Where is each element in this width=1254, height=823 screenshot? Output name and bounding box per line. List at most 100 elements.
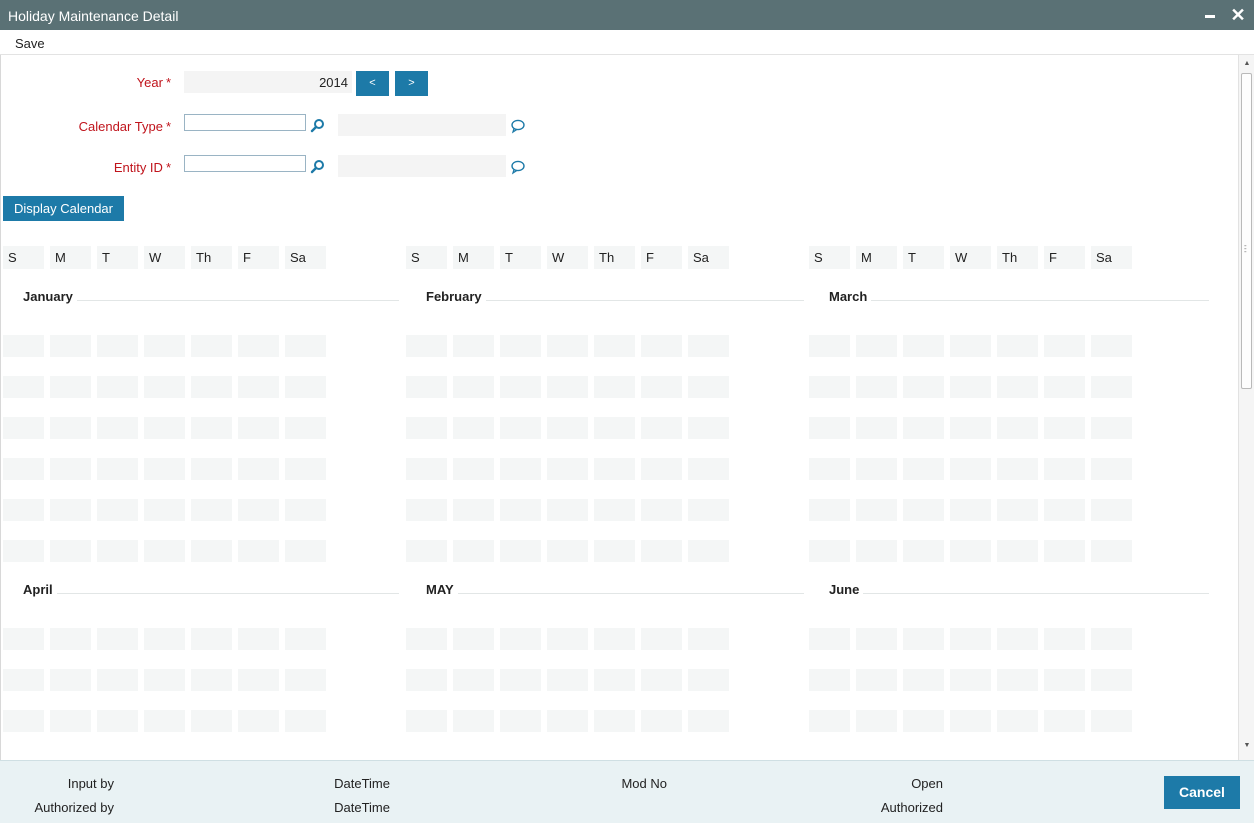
calendar-day-cell[interactable] [500, 540, 541, 562]
calendar-day-cell[interactable] [238, 710, 279, 732]
calendar-day-cell[interactable] [950, 458, 991, 480]
speech-bubble-icon[interactable] [510, 159, 526, 175]
calendar-day-cell[interactable] [97, 458, 138, 480]
calendar-day-cell[interactable] [950, 669, 991, 691]
calendar-day-cell[interactable] [500, 417, 541, 439]
calendar-day-cell[interactable] [285, 499, 326, 521]
calendar-day-cell[interactable] [285, 458, 326, 480]
calendar-day-cell[interactable] [97, 417, 138, 439]
calendar-day-cell[interactable] [191, 417, 232, 439]
prev-year-button[interactable]: < [356, 71, 389, 96]
calendar-day-cell[interactable] [903, 628, 944, 650]
calendar-day-cell[interactable] [547, 669, 588, 691]
calendar-day-cell[interactable] [688, 458, 729, 480]
vertical-scrollbar[interactable]: ▲ --- ▼ [1238, 55, 1254, 760]
calendar-day-cell[interactable] [285, 669, 326, 691]
calendar-day-cell[interactable] [50, 335, 91, 357]
calendar-day-cell[interactable] [1091, 628, 1132, 650]
calendar-day-cell[interactable] [809, 417, 850, 439]
calendar-day-cell[interactable] [144, 628, 185, 650]
calendar-day-cell[interactable] [50, 669, 91, 691]
calendar-day-cell[interactable] [97, 540, 138, 562]
calendar-day-cell[interactable] [406, 499, 447, 521]
calendar-day-cell[interactable] [950, 417, 991, 439]
calendar-day-cell[interactable] [547, 499, 588, 521]
calendar-day-cell[interactable] [238, 540, 279, 562]
calendar-day-cell[interactable] [1091, 669, 1132, 691]
calendar-day-cell[interactable] [997, 628, 1038, 650]
calendar-type-input[interactable] [184, 114, 306, 131]
calendar-day-cell[interactable] [1044, 458, 1085, 480]
calendar-day-cell[interactable] [191, 669, 232, 691]
calendar-day-cell[interactable] [1091, 376, 1132, 398]
calendar-day-cell[interactable] [191, 458, 232, 480]
calendar-day-cell[interactable] [1044, 376, 1085, 398]
calendar-day-cell[interactable] [3, 628, 44, 650]
calendar-day-cell[interactable] [238, 628, 279, 650]
calendar-day-cell[interactable] [594, 499, 635, 521]
calendar-day-cell[interactable] [594, 628, 635, 650]
calendar-day-cell[interactable] [856, 499, 897, 521]
calendar-day-cell[interactable] [285, 628, 326, 650]
calendar-day-cell[interactable] [500, 669, 541, 691]
calendar-day-cell[interactable] [97, 669, 138, 691]
calendar-day-cell[interactable] [238, 417, 279, 439]
calendar-day-cell[interactable] [97, 335, 138, 357]
calendar-day-cell[interactable] [688, 335, 729, 357]
calendar-day-cell[interactable] [950, 499, 991, 521]
calendar-day-cell[interactable] [453, 499, 494, 521]
calendar-day-cell[interactable] [641, 710, 682, 732]
calendar-day-cell[interactable] [594, 376, 635, 398]
calendar-day-cell[interactable] [1091, 417, 1132, 439]
calendar-day-cell[interactable] [453, 710, 494, 732]
calendar-day-cell[interactable] [997, 335, 1038, 357]
calendar-day-cell[interactable] [3, 376, 44, 398]
calendar-day-cell[interactable] [3, 499, 44, 521]
search-icon[interactable] [310, 159, 326, 175]
calendar-day-cell[interactable] [809, 669, 850, 691]
calendar-day-cell[interactable] [406, 669, 447, 691]
calendar-day-cell[interactable] [238, 335, 279, 357]
calendar-day-cell[interactable] [1044, 499, 1085, 521]
calendar-day-cell[interactable] [453, 540, 494, 562]
calendar-day-cell[interactable] [688, 540, 729, 562]
calendar-day-cell[interactable] [453, 335, 494, 357]
calendar-day-cell[interactable] [191, 710, 232, 732]
calendar-day-cell[interactable] [406, 417, 447, 439]
calendar-day-cell[interactable] [950, 710, 991, 732]
calendar-day-cell[interactable] [500, 710, 541, 732]
calendar-day-cell[interactable] [641, 540, 682, 562]
calendar-day-cell[interactable] [547, 628, 588, 650]
calendar-day-cell[interactable] [688, 710, 729, 732]
calendar-day-cell[interactable] [997, 710, 1038, 732]
calendar-day-cell[interactable] [406, 376, 447, 398]
calendar-day-cell[interactable] [453, 458, 494, 480]
display-calendar-button[interactable]: Display Calendar [3, 196, 124, 221]
calendar-day-cell[interactable] [950, 628, 991, 650]
calendar-day-cell[interactable] [144, 499, 185, 521]
calendar-day-cell[interactable] [144, 540, 185, 562]
calendar-day-cell[interactable] [191, 540, 232, 562]
calendar-day-cell[interactable] [641, 499, 682, 521]
minimize-button[interactable] [1200, 4, 1220, 26]
calendar-day-cell[interactable] [903, 376, 944, 398]
calendar-day-cell[interactable] [594, 669, 635, 691]
calendar-day-cell[interactable] [1044, 417, 1085, 439]
calendar-day-cell[interactable] [856, 540, 897, 562]
calendar-day-cell[interactable] [97, 499, 138, 521]
calendar-day-cell[interactable] [97, 376, 138, 398]
calendar-day-cell[interactable] [191, 335, 232, 357]
calendar-day-cell[interactable] [285, 417, 326, 439]
scrollbar-thumb[interactable]: --- [1241, 73, 1252, 389]
calendar-day-cell[interactable] [856, 710, 897, 732]
calendar-day-cell[interactable] [1044, 710, 1085, 732]
calendar-day-cell[interactable] [997, 376, 1038, 398]
calendar-day-cell[interactable] [547, 417, 588, 439]
calendar-day-cell[interactable] [191, 376, 232, 398]
calendar-day-cell[interactable] [641, 458, 682, 480]
calendar-day-cell[interactable] [809, 335, 850, 357]
calendar-day-cell[interactable] [688, 669, 729, 691]
calendar-day-cell[interactable] [1044, 628, 1085, 650]
calendar-day-cell[interactable] [406, 628, 447, 650]
calendar-day-cell[interactable] [453, 417, 494, 439]
